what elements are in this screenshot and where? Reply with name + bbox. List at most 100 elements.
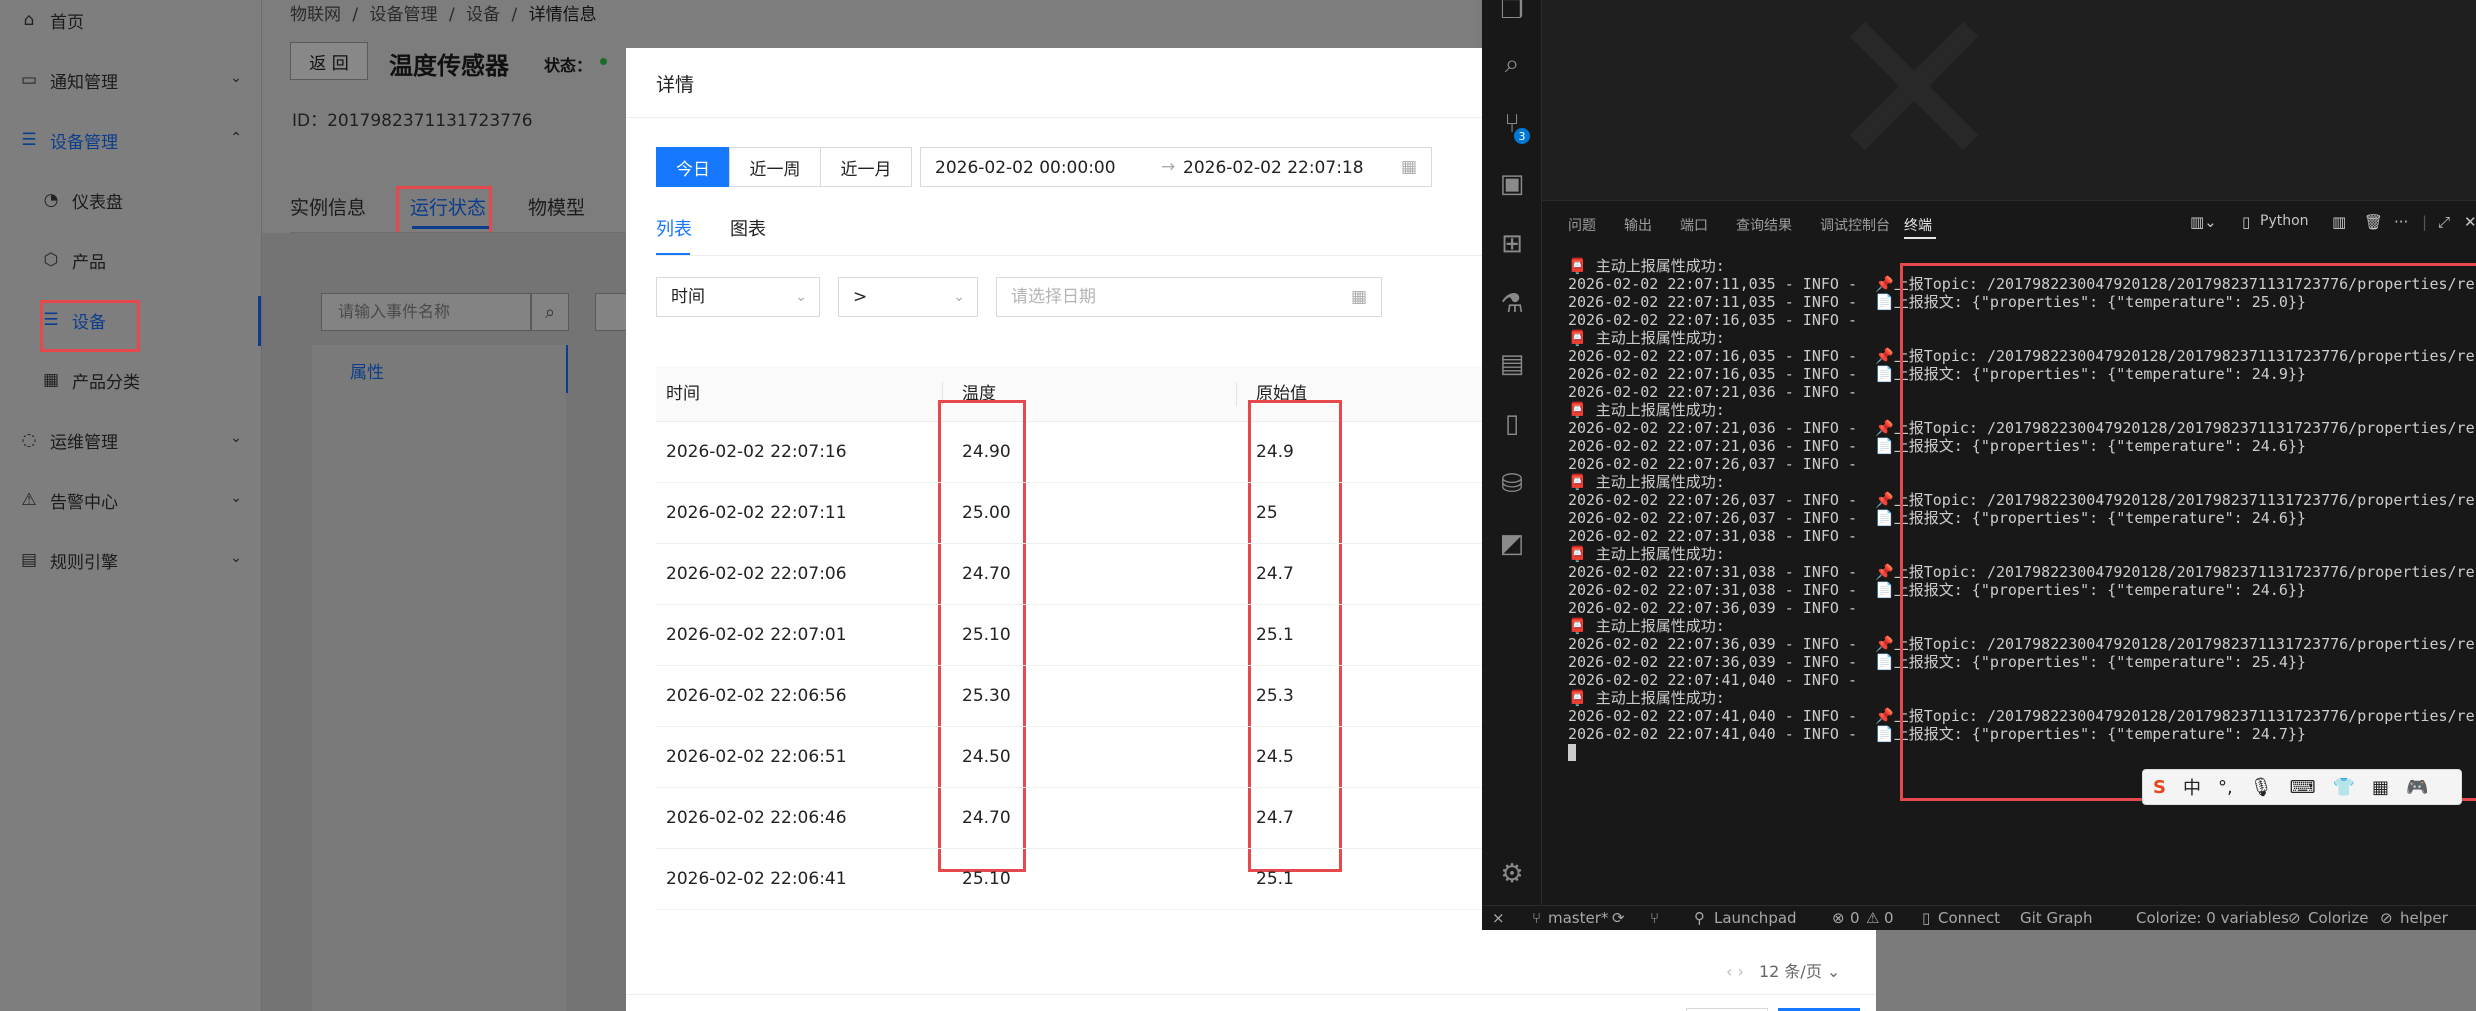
attribute-tab[interactable]: 属性 — [350, 358, 384, 383]
panel-tab-query-results[interactable]: 查询结果 — [1736, 215, 1792, 235]
sidebar-item-ops[interactable]: ◌ 运维管理 ⌄ — [0, 410, 262, 470]
colorize-variables-label[interactable]: Colorize: 0 variables — [2136, 909, 2289, 927]
split-icon[interactable]: ▥ — [2332, 213, 2346, 231]
device-id: ID：2017982371131723776 — [292, 111, 533, 131]
column-header-time: 时间 — [666, 384, 700, 404]
testing-icon[interactable]: ⚗ — [1496, 288, 1528, 320]
explorer-icon[interactable]: ❐ — [1496, 0, 1528, 26]
game-icon[interactable]: 🎮 — [2406, 777, 2428, 798]
panel-tab-problems[interactable]: 问题 — [1568, 215, 1596, 235]
panel-tab-output[interactable]: 输出 — [1624, 215, 1652, 235]
range-start-value[interactable]: 2026-02-02 00:00:00 — [935, 158, 1116, 178]
markdown-icon[interactable]: ◩ — [1496, 528, 1528, 560]
chevron-down-icon: ⌄ — [1826, 962, 1841, 981]
column-separator — [1236, 382, 1237, 406]
product-icon: ⬡ — [43, 250, 59, 270]
modal-title: 详情 — [656, 74, 695, 96]
panel-tab-debug-console[interactable]: 调试控制台 — [1820, 215, 1890, 235]
range-end-value[interactable]: 2026-02-02 22:07:18 — [1183, 158, 1364, 178]
helper-label[interactable]: helper — [2400, 909, 2448, 927]
vscode-logo-icon: ✕ — [1822, 0, 2007, 218]
git-graph-label[interactable]: Git Graph — [2020, 909, 2092, 927]
launchpad-label[interactable]: Launchpad — [1714, 909, 1797, 927]
sidebar-item-rule-engine[interactable]: ▤ 规则引擎 ⌄ — [0, 530, 262, 590]
split-terminal-icon[interactable]: ▥⌄ — [2190, 213, 2217, 231]
browser-icon[interactable]: ▤ — [1496, 348, 1528, 380]
date-range-picker[interactable]: 2026-02-02 00:00:00 → 2026-02-02 22:07:1… — [920, 147, 1432, 187]
connect-label[interactable]: Connect — [1938, 909, 2000, 927]
cell-time: 2026-02-02 22:07:06 — [666, 564, 847, 584]
sidebar-item-label: 首页 — [50, 12, 84, 33]
terminal-profile-icon[interactable]: ▯ — [2242, 213, 2250, 231]
sidebar-item-category[interactable]: ▦ 产品分类 — [0, 350, 262, 410]
branch-name[interactable]: master* — [1548, 909, 1608, 927]
close-icon[interactable]: ✕ — [2464, 213, 2476, 231]
panel-tab-ports[interactable]: 端口 — [1680, 215, 1708, 235]
colorize-label[interactable]: Colorize — [2308, 909, 2368, 927]
event-search-input[interactable]: 请输入事件名称 — [321, 293, 531, 331]
skin-icon[interactable]: 👕 — [2333, 777, 2355, 798]
sidebar-item-home[interactable]: ⌂ 首页 — [0, 0, 262, 50]
warning-count[interactable]: 0 — [1884, 909, 1894, 927]
cell-time: 2026-02-02 22:06:56 — [666, 686, 847, 706]
tab-chart[interactable]: 图表 — [730, 215, 766, 241]
filter-operator-select[interactable]: > ⌄ — [838, 277, 978, 317]
range-month-button[interactable]: 近一月 — [820, 147, 912, 187]
filter-date-input[interactable]: 请选择日期 ▦ — [996, 277, 1382, 317]
editor-area: ✕ — [1542, 0, 2476, 200]
cell-temperature: 24.70 — [962, 808, 1011, 828]
filter-operator-value: > — [853, 287, 868, 307]
tab-thing-model[interactable]: 物模型 — [528, 193, 585, 220]
breadcrumb-item[interactable]: 设备 — [466, 5, 500, 25]
extensions-icon[interactable]: ⊞ — [1496, 228, 1528, 260]
sidebar-active-indicator — [258, 296, 261, 346]
pager-prev-icon[interactable]: ‹ › — [1726, 962, 1744, 981]
cell-temperature: 24.90 — [962, 442, 1011, 462]
remote-icon[interactable]: ⨯ — [1492, 909, 1505, 927]
cell-temperature: 25.00 — [962, 503, 1011, 523]
tab-list[interactable]: 列表 — [656, 215, 692, 241]
ime-mode[interactable]: 中 — [2183, 774, 2201, 800]
gear-icon[interactable]: ⚙ — [1496, 858, 1528, 890]
back-button[interactable]: 返 回 — [290, 42, 368, 80]
sync-icon[interactable]: ⟳ — [1612, 909, 1625, 927]
maximize-icon[interactable]: ⤢ — [2438, 213, 2450, 231]
panel-tab-terminal[interactable]: 终端 — [1904, 215, 1932, 235]
status-dot-icon — [600, 58, 607, 65]
device-icon[interactable]: ▯ — [1496, 408, 1528, 440]
sidebar-item-device-management[interactable]: ☰ 设备管理 ⌃ — [0, 110, 262, 170]
sidebar-item-alarm[interactable]: ⚠ 告警中心 ⌄ — [0, 470, 262, 530]
sidebar-item-product[interactable]: ⬡ 产品 — [0, 230, 262, 290]
search-icon[interactable]: ⌕ — [531, 293, 569, 331]
sidebar: ⌂ 首页 ▭ 通知管理 ⌄ ☰ 设备管理 ⌃ ◔ 仪表盘 ⬡ 产品 ☰ 设备 ▦… — [0, 0, 262, 1011]
range-week-button[interactable]: 近一周 — [729, 147, 821, 187]
tab-instance-info[interactable]: 实例信息 — [290, 193, 366, 220]
git-icon[interactable]: ⑂ — [1650, 909, 1659, 927]
chevron-down-icon: ⌄ — [230, 490, 242, 506]
database-icon: ▯ — [1922, 909, 1931, 927]
terminal-profile-label[interactable]: Python — [2260, 213, 2309, 229]
filter-field-select[interactable]: 时间 ⌄ — [656, 277, 820, 317]
trash-icon[interactable]: 🗑 — [2364, 213, 2383, 231]
more-icon[interactable]: ··· — [2394, 213, 2408, 231]
error-count[interactable]: 0 — [1850, 909, 1860, 927]
ime-toolbar[interactable]: S 中 °, 🎙 ⌨ 👕 ▦ 🎮 — [2142, 769, 2462, 805]
attribute-list-panel — [312, 345, 566, 1011]
microphone-icon[interactable]: 🎙 — [2250, 777, 2273, 798]
chevron-down-icon: ⌄ — [230, 430, 242, 446]
search-icon[interactable]: ⌕ — [1496, 48, 1528, 80]
breadcrumb-item[interactable]: 物联网 — [290, 5, 341, 25]
range-today-button[interactable]: 今日 — [656, 147, 730, 187]
sidebar-item-dashboard[interactable]: ◔ 仪表盘 — [0, 170, 262, 230]
database-icon[interactable]: ⛁ — [1496, 468, 1528, 500]
highlight-box-terminal — [1900, 263, 2476, 801]
keyboard-icon[interactable]: ⌨ — [2290, 777, 2316, 798]
sidebar-item-notification[interactable]: ▭ 通知管理 ⌄ — [0, 50, 262, 110]
toolbox-icon[interactable]: ▦ — [2372, 777, 2389, 798]
page-size-select[interactable]: ‹ › 12 条/页 ⌄ — [1726, 958, 1866, 994]
breadcrumb-item[interactable]: 设备管理 — [370, 5, 438, 25]
cell-time: 2026-02-02 22:06:41 — [666, 869, 847, 889]
remote-explorer-icon[interactable]: ▣ — [1496, 168, 1528, 200]
breadcrumb-separator: / — [448, 5, 455, 25]
ime-punctuation[interactable]: °, — [2218, 777, 2233, 798]
